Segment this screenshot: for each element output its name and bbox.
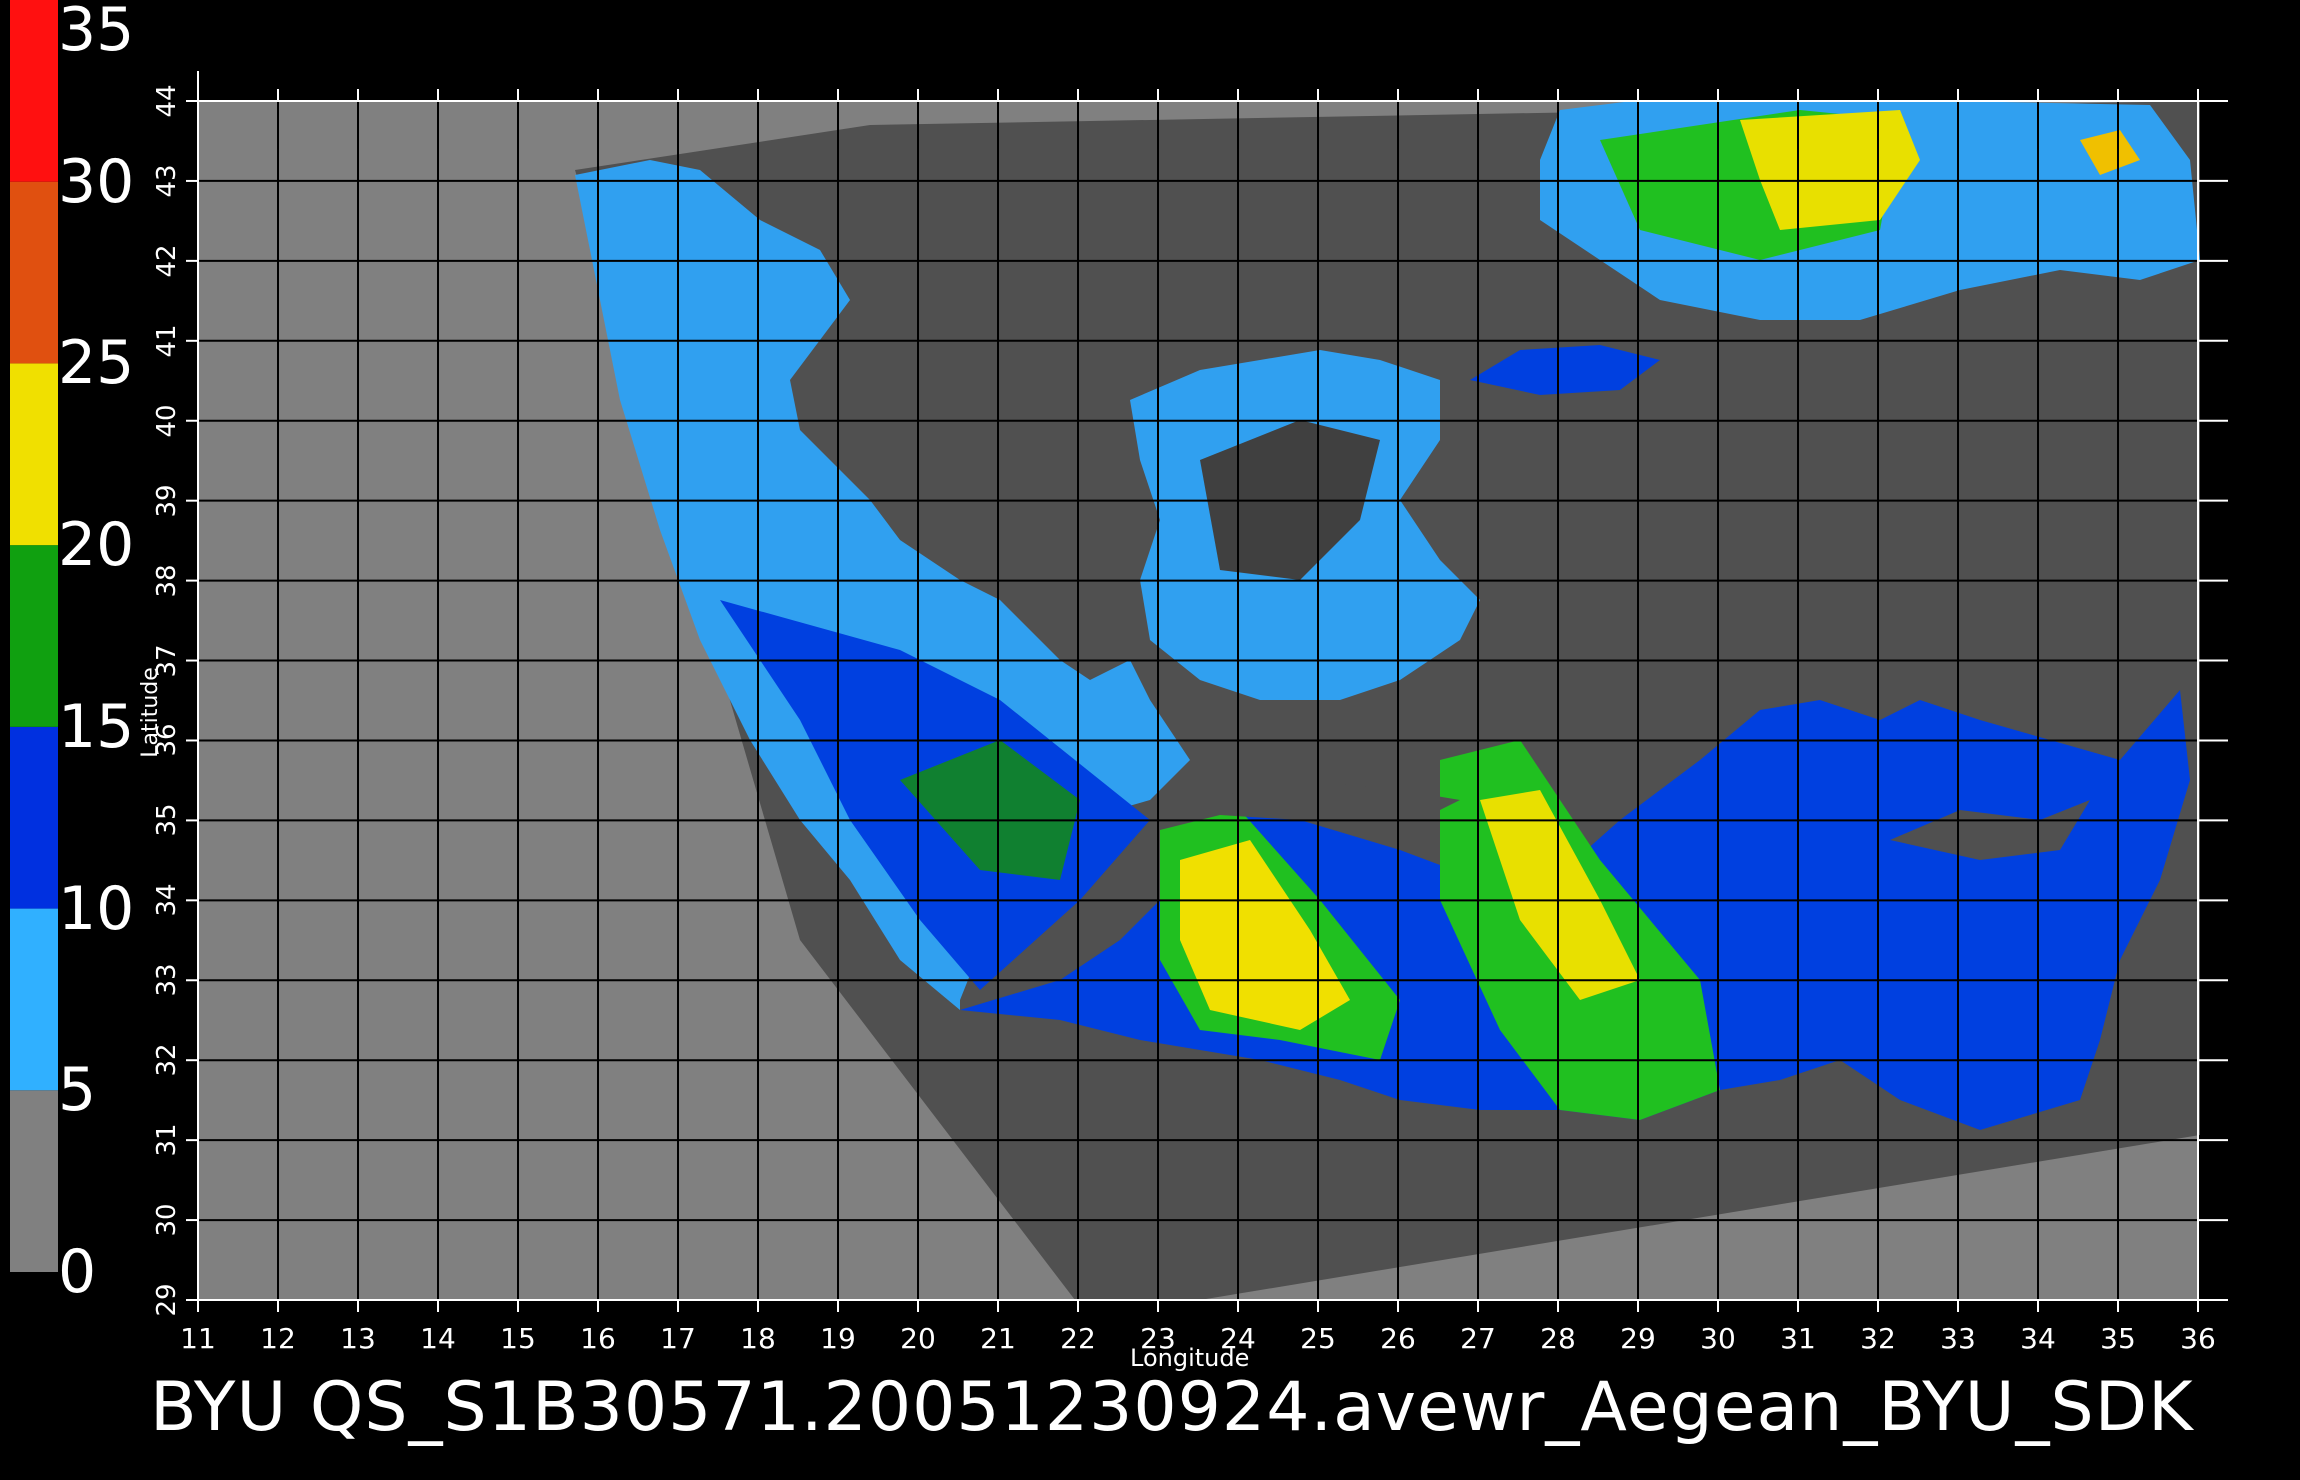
colorbar-segment bbox=[10, 0, 58, 182]
wind-speed-map bbox=[10, 0, 2228, 1312]
longitude-tick-label: 27 bbox=[1460, 1322, 1496, 1355]
longitude-tick-label: 25 bbox=[1300, 1322, 1336, 1355]
longitude-tick-label: 17 bbox=[660, 1322, 696, 1355]
longitude-tick-label: 12 bbox=[260, 1322, 296, 1355]
longitude-tick-label: 15 bbox=[500, 1322, 536, 1355]
colorbar-segment bbox=[10, 545, 58, 727]
colorbar bbox=[10, 0, 58, 1272]
latitude-tick-label: 31 bbox=[152, 1123, 182, 1157]
colorbar-segment bbox=[10, 363, 58, 546]
longitude-tick-label: 14 bbox=[420, 1322, 456, 1355]
latitude-tick-label: 44 bbox=[152, 84, 182, 118]
longitude-tick-label: 16 bbox=[580, 1322, 616, 1355]
latitude-tick-label: 42 bbox=[152, 244, 182, 278]
colorbar-tick-label: 5 bbox=[58, 1055, 97, 1126]
y-axis-title: Latitude bbox=[137, 667, 163, 758]
longitude-tick-label: 20 bbox=[900, 1322, 936, 1355]
longitude-tick-label: 36 bbox=[2180, 1322, 2216, 1355]
latitude-tick-label: 35 bbox=[152, 803, 182, 837]
colorbar-tick-label: 0 bbox=[58, 1237, 97, 1307]
colorbar-tick-label: 25 bbox=[58, 328, 135, 399]
longitude-tick-label: 29 bbox=[1620, 1322, 1656, 1355]
longitude-tick-label: 33 bbox=[1940, 1322, 1976, 1355]
colorbar-tick-label: 15 bbox=[58, 691, 135, 762]
longitude-tick-label: 26 bbox=[1380, 1322, 1416, 1355]
latitude-tick-label: 30 bbox=[152, 1203, 182, 1237]
colorbar-tick-label: 20 bbox=[58, 510, 135, 581]
footer-title: BYU QS_S1B30571.20051230924.avewr_Aegean… bbox=[150, 1368, 2194, 1447]
longitude-tick-label: 30 bbox=[1700, 1322, 1736, 1355]
longitude-tick-label: 28 bbox=[1540, 1322, 1576, 1355]
colorbar-tick-label: 35 bbox=[58, 0, 135, 65]
latitude-tick-label: 41 bbox=[152, 324, 182, 358]
longitude-tick-label: 31 bbox=[1780, 1322, 1816, 1355]
colorbar-tick-label: 30 bbox=[58, 146, 135, 217]
longitude-tick-label: 11 bbox=[180, 1322, 216, 1355]
longitude-tick-label: 35 bbox=[2100, 1322, 2136, 1355]
latitude-tick-label: 38 bbox=[152, 564, 182, 598]
latitude-tick-label: 33 bbox=[152, 963, 182, 997]
longitude-tick-label: 13 bbox=[340, 1322, 376, 1355]
colorbar-tick-label: 10 bbox=[58, 873, 135, 944]
latitude-tick-label: 43 bbox=[152, 164, 182, 198]
longitude-tick-label: 34 bbox=[2020, 1322, 2056, 1355]
longitude-tick-label: 19 bbox=[820, 1322, 856, 1355]
longitude-tick-label: 22 bbox=[1060, 1322, 1096, 1355]
colorbar-segment bbox=[10, 908, 58, 1091]
latitude-tick-label: 34 bbox=[152, 883, 182, 917]
colorbar-segment bbox=[10, 1090, 58, 1272]
latitude-tick-label: 32 bbox=[152, 1043, 182, 1077]
latitude-tick-label: 40 bbox=[152, 404, 182, 438]
latitude-tick-label: 39 bbox=[152, 484, 182, 518]
longitude-tick-label: 21 bbox=[980, 1322, 1016, 1355]
longitude-tick-label: 18 bbox=[740, 1322, 776, 1355]
colorbar-segment bbox=[10, 181, 58, 364]
colorbar-segment bbox=[10, 726, 58, 909]
longitude-tick-label: 32 bbox=[1860, 1322, 1896, 1355]
latitude-tick-label: 29 bbox=[152, 1283, 182, 1317]
